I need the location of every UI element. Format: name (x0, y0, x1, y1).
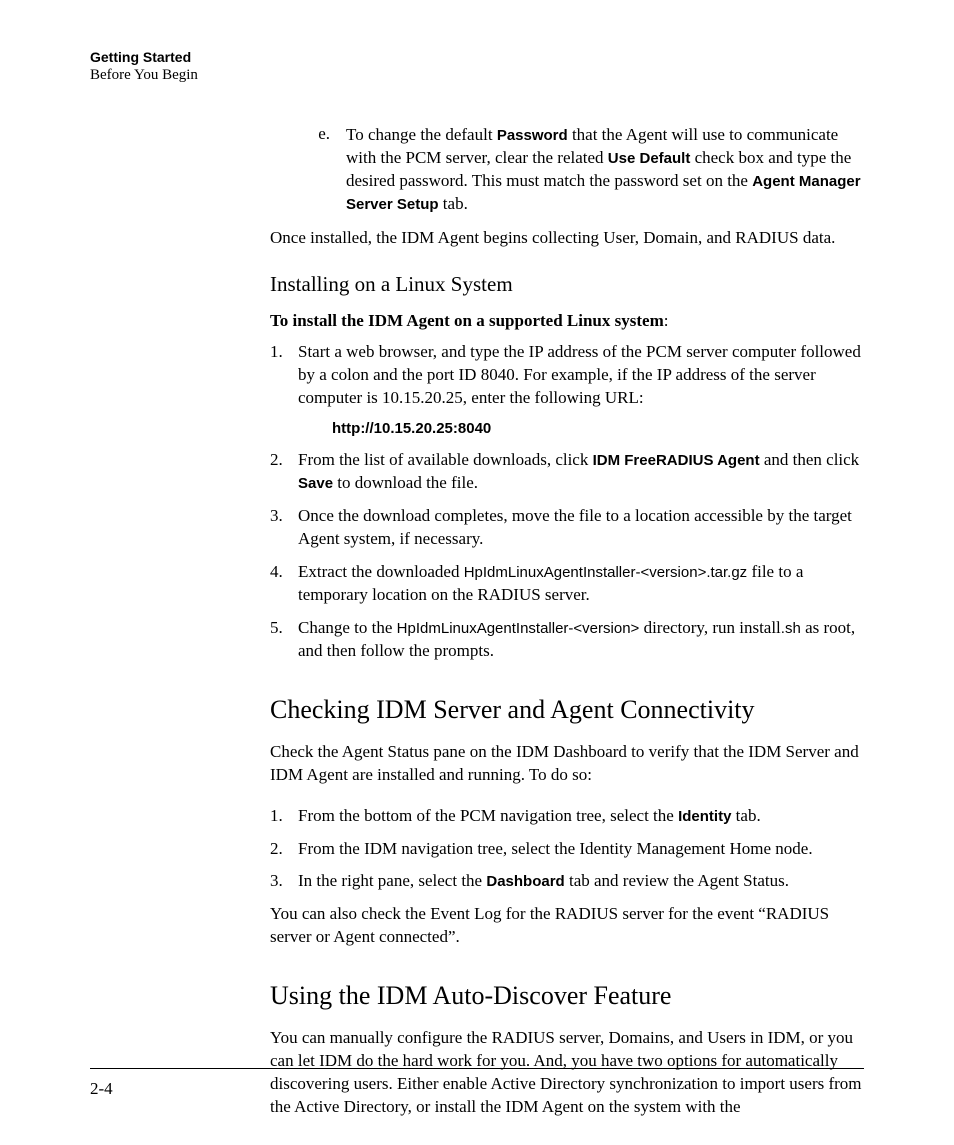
connectivity-steps: 1. From the bottom of the PCM navigation… (270, 805, 864, 894)
step-e: e. To change the default Password that t… (302, 124, 864, 216)
page-number: 2-4 (90, 1079, 113, 1098)
lettered-list: e. To change the default Password that t… (302, 124, 864, 216)
linux-step-2: 2. From the list of available downloads,… (270, 449, 864, 495)
connectivity-post: You can also check the Event Log for the… (270, 903, 864, 949)
header-title: Getting Started (90, 48, 864, 66)
body-column: e. To change the default Password that t… (270, 124, 864, 1119)
autodiscover-heading: Using the IDM Auto-Discover Feature (270, 981, 864, 1011)
connectivity-step-2: 2. From the IDM navigation tree, select … (270, 838, 864, 861)
connectivity-step-1: 1. From the bottom of the PCM navigation… (270, 805, 864, 828)
step-e-marker: e. (302, 124, 330, 216)
header-subtitle: Before You Begin (90, 66, 864, 86)
linux-step-1: 1. Start a web browser, and type the IP … (270, 341, 864, 410)
page-header: Getting Started Before You Begin (90, 48, 864, 86)
connectivity-heading: Checking IDM Server and Agent Connectivi… (270, 695, 864, 725)
step-e-text: To change the default Password that the … (346, 124, 864, 216)
linux-step-3: 3. Once the download completes, move the… (270, 505, 864, 551)
linux-steps: 1. Start a web browser, and type the IP … (270, 341, 864, 410)
linux-step-5: 5. Change to the HpIdmLinuxAgentInstalle… (270, 617, 864, 663)
connectivity-step-3: 3. In the right pane, select the Dashboa… (270, 870, 864, 893)
post-e-paragraph: Once installed, the IDM Agent begins col… (270, 227, 864, 250)
linux-heading: Installing on a Linux System (270, 272, 864, 297)
example-url: http://10.15.20.25:8040 (332, 420, 864, 437)
connectivity-intro: Check the Agent Status pane on the IDM D… (270, 741, 864, 787)
linux-step-4: 4. Extract the downloaded HpIdmLinuxAgen… (270, 561, 864, 607)
linux-intro: To install the IDM Agent on a supported … (270, 311, 864, 331)
linux-steps-cont: 2. From the list of available downloads,… (270, 449, 864, 663)
page-footer: 2-4 (90, 1068, 864, 1099)
